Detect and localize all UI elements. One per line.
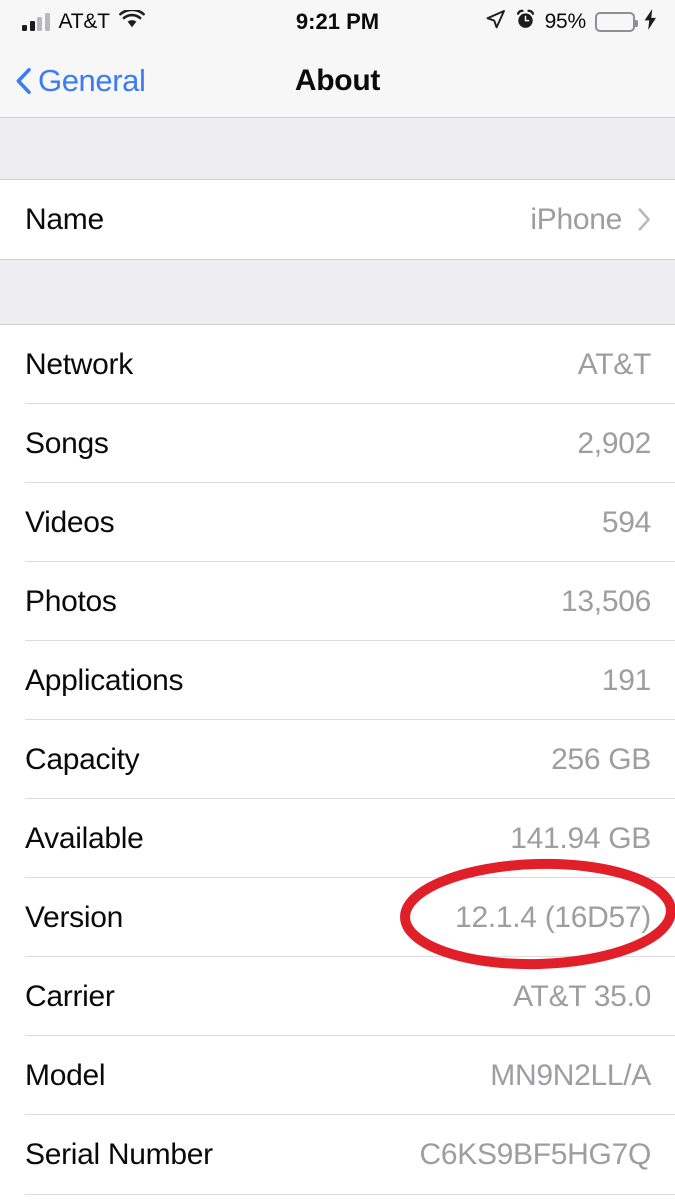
row-label: Applications bbox=[25, 663, 184, 697]
table-row-photos[interactable]: Photos 13,506 bbox=[0, 562, 675, 641]
status-bar-left: AT&T bbox=[22, 8, 145, 34]
section-gap-middle bbox=[0, 260, 675, 325]
device-info-section: Network AT&T Songs 2,902 Videos 594 Phot… bbox=[0, 325, 675, 1195]
status-bar-right: 95% bbox=[485, 0, 657, 44]
row-value: C6KS9BF5HG7Q bbox=[419, 1137, 652, 1171]
table-row-serial-number[interactable]: Serial Number C6KS9BF5HG7Q bbox=[0, 1115, 675, 1194]
row-label: Available bbox=[25, 821, 144, 855]
status-bar: AT&T 9:21 PM 95% bbox=[0, 0, 675, 44]
iphone-settings-about-screen: AT&T 9:21 PM 95% General About Name iPho… bbox=[0, 0, 675, 1200]
row-value: 12.1.4 (16D57) bbox=[455, 900, 651, 934]
row-value: 256 GB bbox=[551, 742, 651, 776]
battery-percent-label: 95% bbox=[544, 10, 587, 33]
navigation-bar: General About bbox=[0, 44, 675, 118]
table-row-model[interactable]: Model MN9N2LL/A bbox=[0, 1036, 675, 1115]
alarm-clock-icon bbox=[515, 9, 536, 35]
row-label: Version bbox=[25, 900, 123, 934]
section-gap-top bbox=[0, 118, 675, 180]
table-row-songs[interactable]: Songs 2,902 bbox=[0, 404, 675, 483]
row-label: Songs bbox=[25, 426, 109, 460]
row-label: Carrier bbox=[25, 979, 115, 1013]
cellular-signal-icon bbox=[22, 13, 50, 31]
table-row-version[interactable]: Version 12.1.4 (16D57) bbox=[0, 878, 675, 957]
row-label: Name bbox=[25, 202, 104, 236]
row-value: 141.94 GB bbox=[510, 821, 651, 855]
location-arrow-icon bbox=[485, 9, 506, 35]
row-label: Videos bbox=[25, 505, 115, 539]
status-clock: 9:21 PM bbox=[295, 9, 380, 34]
table-row-network[interactable]: Network AT&T bbox=[0, 325, 675, 404]
list-bottom-separator bbox=[25, 1194, 675, 1195]
row-value: 2,902 bbox=[577, 426, 651, 460]
row-value: iPhone bbox=[530, 202, 622, 236]
row-value: 13,506 bbox=[561, 584, 651, 618]
status-carrier-label: AT&T bbox=[58, 10, 111, 33]
row-value: 594 bbox=[601, 505, 651, 539]
page-title: About bbox=[294, 63, 381, 97]
row-label: Photos bbox=[25, 584, 117, 618]
row-value: AT&T bbox=[577, 347, 652, 381]
battery-icon bbox=[595, 12, 638, 32]
row-value: MN9N2LL/A bbox=[490, 1058, 651, 1092]
table-row-videos[interactable]: Videos 594 bbox=[0, 483, 675, 562]
row-label: Model bbox=[25, 1058, 106, 1092]
table-row-carrier[interactable]: Carrier AT&T 35.0 bbox=[0, 957, 675, 1036]
name-section: Name iPhone bbox=[0, 180, 675, 260]
row-value: 191 bbox=[601, 663, 651, 697]
lightning-bolt-icon bbox=[644, 9, 657, 35]
table-row-available[interactable]: Available 141.94 GB bbox=[0, 799, 675, 878]
row-value: AT&T 35.0 bbox=[513, 979, 651, 1013]
table-row-capacity[interactable]: Capacity 256 GB bbox=[0, 720, 675, 799]
table-row-applications[interactable]: Applications 191 bbox=[0, 641, 675, 720]
row-label: Serial Number bbox=[25, 1137, 213, 1171]
wifi-icon bbox=[118, 8, 145, 34]
row-label: Network bbox=[25, 347, 133, 381]
table-row-name[interactable]: Name iPhone bbox=[0, 180, 675, 259]
row-label: Capacity bbox=[25, 742, 140, 776]
chevron-right-icon bbox=[638, 208, 651, 231]
